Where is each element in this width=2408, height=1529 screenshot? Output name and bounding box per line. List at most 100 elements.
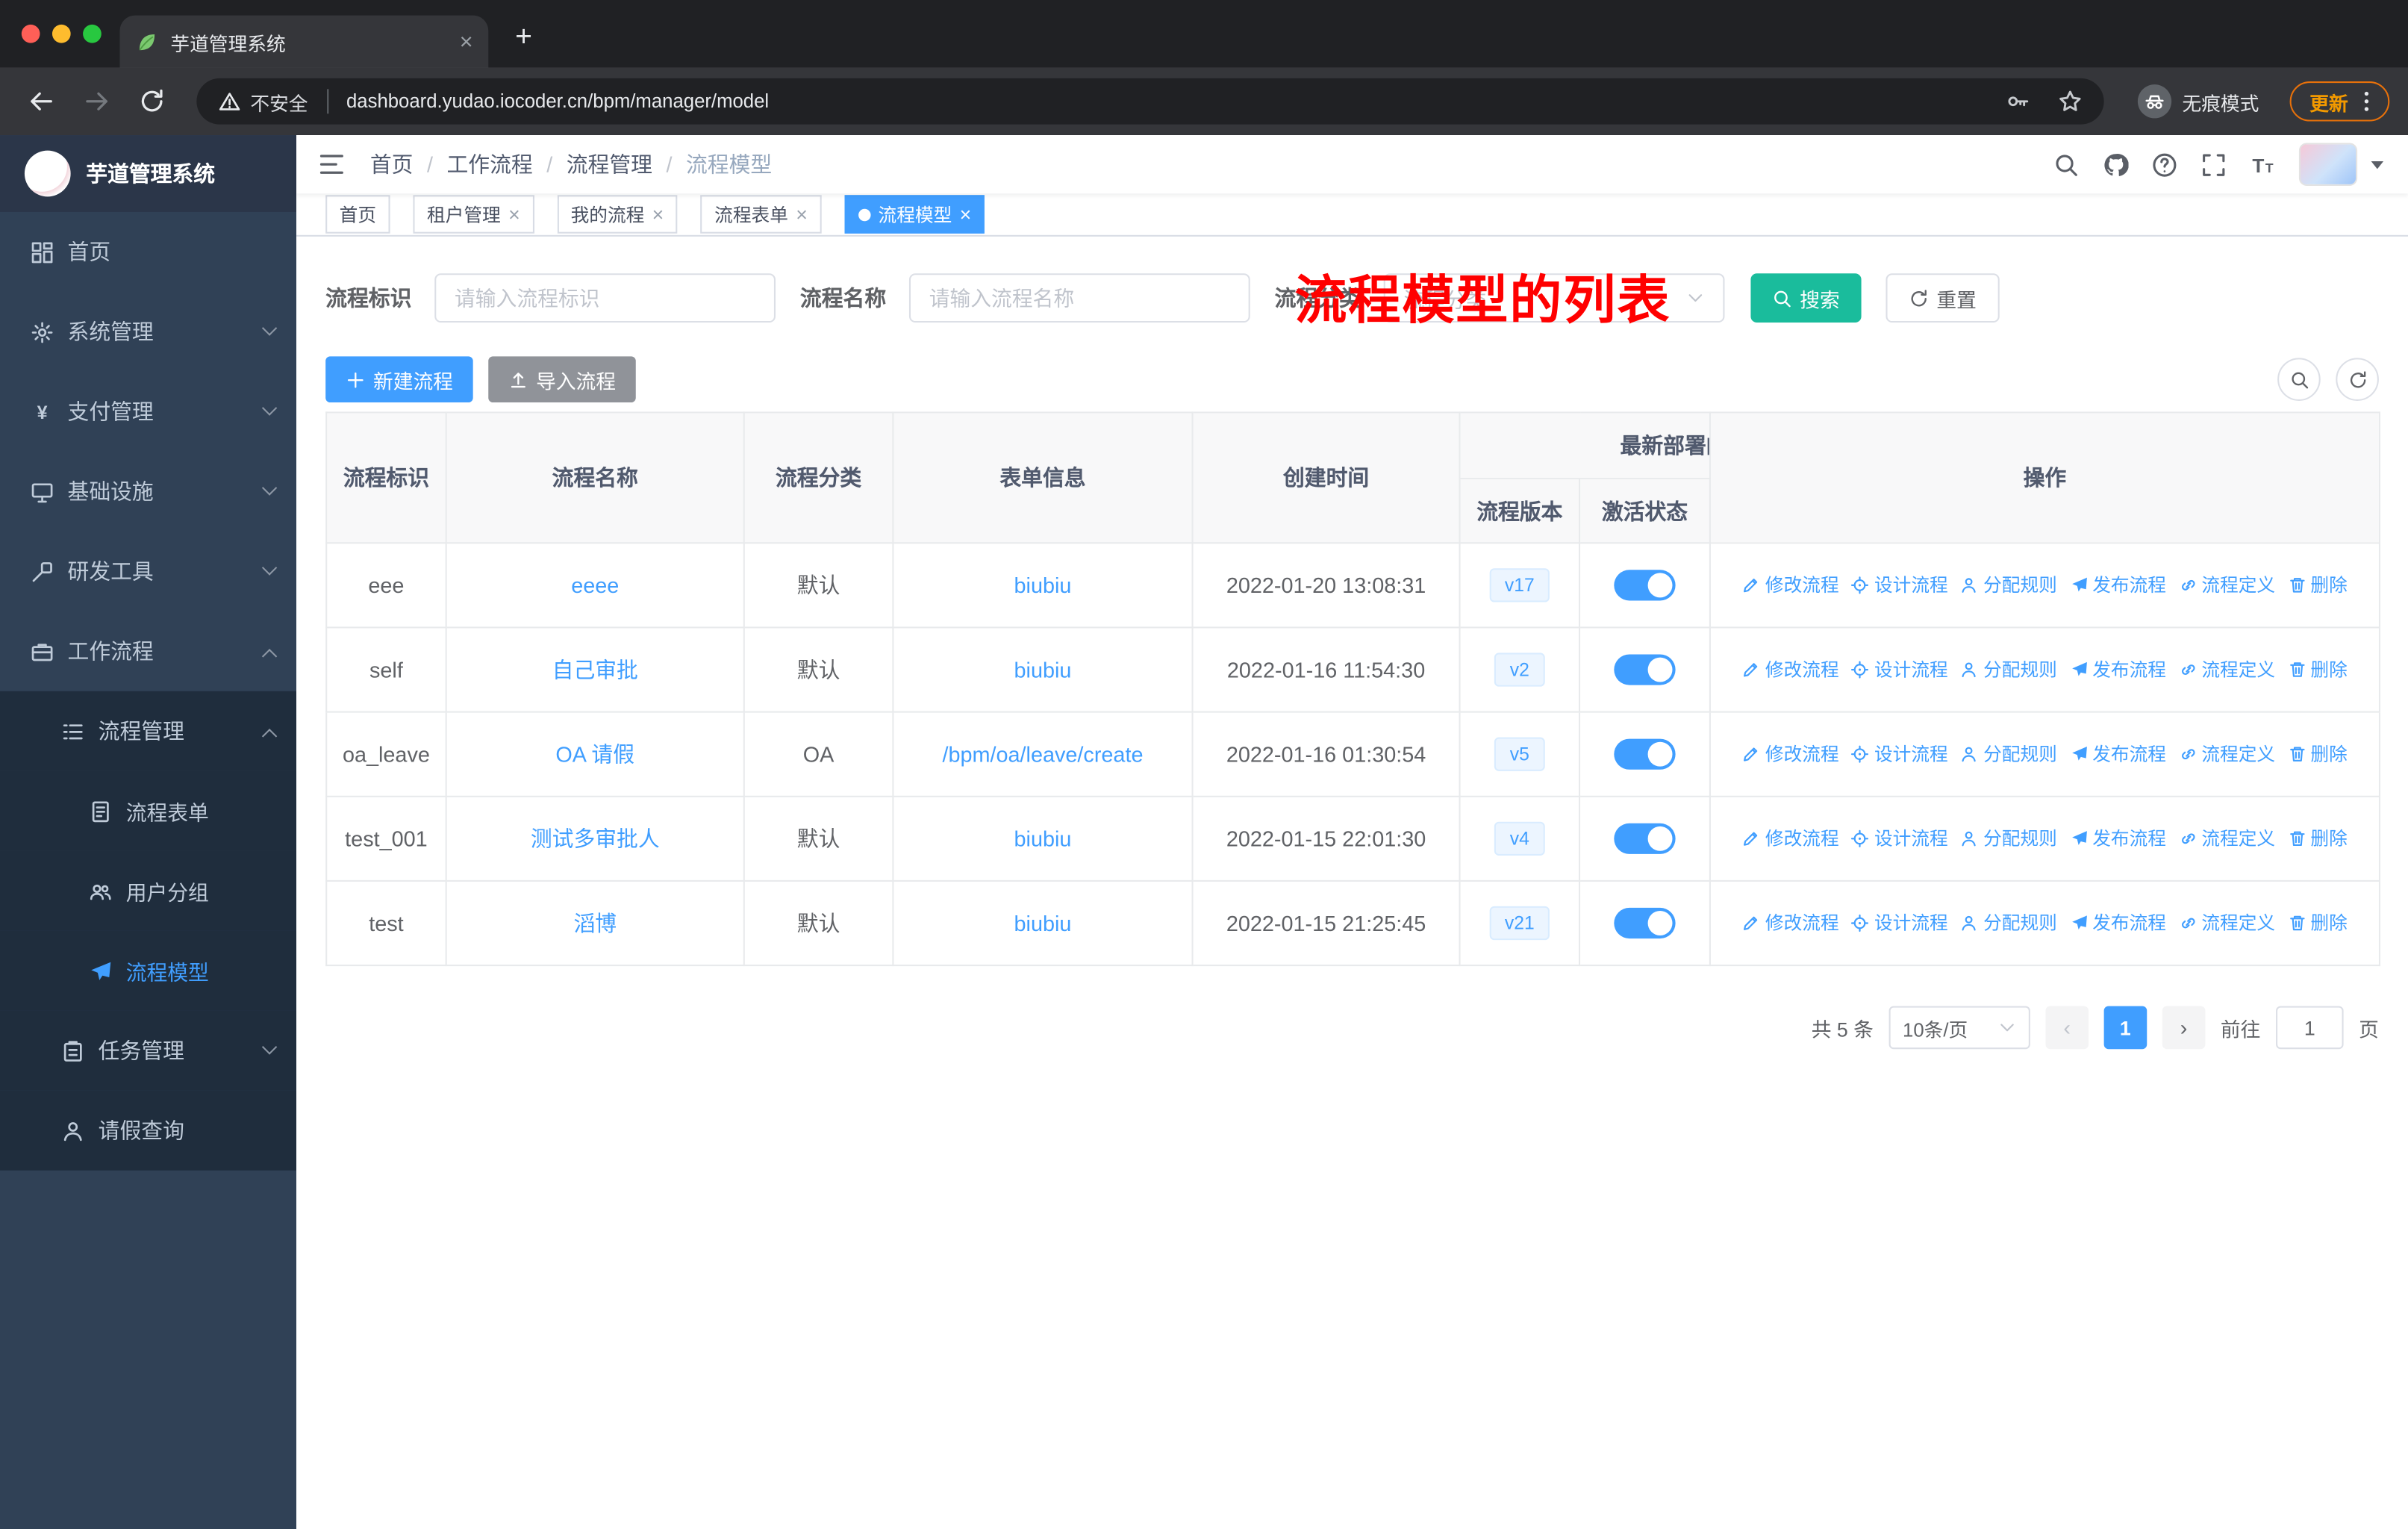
- address-bar[interactable]: 不安全 dashboard.yudao.iocoder.cn/bpm/manag…: [196, 78, 2104, 125]
- row-action-assign-rule[interactable]: 分配规则: [1960, 825, 2057, 851]
- process-key-input[interactable]: [434, 273, 776, 323]
- sidebar-item-process-form[interactable]: 流程表单: [0, 770, 297, 851]
- browser-menu-icon[interactable]: [2354, 89, 2379, 113]
- back-icon[interactable]: [28, 87, 55, 115]
- form-info-link[interactable]: biubiu: [1014, 826, 1072, 851]
- sidebar-collapse-icon[interactable]: [318, 151, 346, 178]
- sidebar-item-process-model[interactable]: 流程模型: [0, 930, 297, 1011]
- toggle-search-button[interactable]: [2277, 358, 2321, 401]
- sidebar-item-home[interactable]: 首页: [0, 212, 296, 292]
- sidebar-item-system-management[interactable]: 系统管理: [0, 292, 296, 372]
- security-indicator[interactable]: 不安全: [218, 87, 308, 116]
- process-name-link[interactable]: 测试多审批人: [531, 826, 660, 851]
- sidebar-item-process-management[interactable]: 流程管理: [0, 691, 297, 771]
- row-action-delete[interactable]: 删除: [2288, 656, 2348, 682]
- tab-close-icon[interactable]: ×: [460, 30, 473, 53]
- sidebar-item-dev-tools[interactable]: 研发工具: [0, 532, 296, 611]
- prev-page-button[interactable]: ‹: [2045, 1006, 2089, 1050]
- form-info-link[interactable]: biubiu: [1014, 658, 1072, 682]
- row-action-definition[interactable]: 流程定义: [2178, 572, 2275, 598]
- github-icon[interactable]: [2103, 152, 2129, 178]
- user-avatar[interactable]: [2298, 143, 2358, 186]
- forward-icon[interactable]: [83, 87, 110, 115]
- row-action-design[interactable]: 设计流程: [1851, 572, 1948, 598]
- refresh-table-button[interactable]: [2336, 358, 2379, 401]
- close-window-button[interactable]: [21, 24, 40, 43]
- view-tag-my-process[interactable]: 我的流程 ×: [557, 195, 678, 234]
- password-key-icon[interactable]: [2006, 89, 2030, 113]
- row-action-definition[interactable]: 流程定义: [2178, 825, 2275, 851]
- new-tab-button[interactable]: +: [501, 16, 547, 62]
- zoom-window-button[interactable]: [83, 24, 102, 43]
- view-tag-process-form[interactable]: 流程表单 ×: [700, 195, 822, 234]
- sidebar-item-leave-query[interactable]: 请假查询: [0, 1090, 297, 1171]
- process-name-input[interactable]: [908, 273, 1250, 323]
- view-tag-home[interactable]: 首页: [325, 195, 390, 234]
- active-toggle[interactable]: [1614, 654, 1676, 685]
- create-process-button[interactable]: 新建流程: [325, 356, 473, 403]
- row-action-publish[interactable]: 发布流程: [2069, 909, 2166, 935]
- row-action-modify[interactable]: 修改流程: [1742, 572, 1839, 598]
- fullscreen-icon[interactable]: [2200, 152, 2227, 178]
- page-number-button[interactable]: 1: [2103, 1006, 2147, 1050]
- row-action-definition[interactable]: 流程定义: [2178, 909, 2275, 935]
- row-action-design[interactable]: 设计流程: [1851, 909, 1948, 935]
- row-action-design[interactable]: 设计流程: [1851, 741, 1948, 767]
- row-action-definition[interactable]: 流程定义: [2178, 656, 2275, 682]
- sidebar-item-workflow[interactable]: 工作流程: [0, 611, 296, 691]
- browser-update-button[interactable]: 更新: [2289, 81, 2390, 122]
- page-size-select[interactable]: 10条/页: [1888, 1006, 2030, 1050]
- row-action-definition[interactable]: 流程定义: [2178, 741, 2275, 767]
- row-action-modify[interactable]: 修改流程: [1742, 909, 1839, 935]
- bookmark-star-icon[interactable]: [2058, 89, 2083, 113]
- form-info-link[interactable]: /bpm/oa/leave/create: [942, 742, 1143, 767]
- row-action-design[interactable]: 设计流程: [1851, 825, 1948, 851]
- process-name-link[interactable]: OA 请假: [555, 742, 634, 767]
- process-name-link[interactable]: 自己审批: [552, 658, 638, 682]
- close-icon[interactable]: ×: [796, 205, 808, 225]
- breadcrumb-item[interactable]: 流程管理: [567, 149, 652, 180]
- row-action-publish[interactable]: 发布流程: [2069, 741, 2166, 767]
- row-action-modify[interactable]: 修改流程: [1742, 825, 1839, 851]
- reload-icon[interactable]: [138, 87, 166, 115]
- row-action-delete[interactable]: 删除: [2288, 572, 2348, 598]
- avatar-caret-icon[interactable]: [2371, 160, 2384, 169]
- row-action-assign-rule[interactable]: 分配规则: [1960, 572, 2057, 598]
- form-info-link[interactable]: biubiu: [1014, 911, 1072, 935]
- sidebar-item-user-group[interactable]: 用户分组: [0, 850, 297, 931]
- sidebar-item-infrastructure[interactable]: 基础设施: [0, 452, 296, 532]
- row-action-assign-rule[interactable]: 分配规则: [1960, 909, 2057, 935]
- row-action-delete[interactable]: 删除: [2288, 909, 2348, 935]
- goto-page-input[interactable]: [2276, 1006, 2344, 1050]
- search-button[interactable]: 搜索: [1750, 273, 1862, 323]
- header-search-icon[interactable]: [2053, 152, 2080, 178]
- next-page-button[interactable]: ›: [2162, 1006, 2206, 1050]
- breadcrumb-item[interactable]: 首页: [370, 149, 414, 180]
- active-toggle[interactable]: [1614, 823, 1676, 854]
- breadcrumb-item[interactable]: 工作流程: [446, 149, 532, 180]
- view-tag-process-model[interactable]: 流程模型 ×: [844, 195, 985, 234]
- row-action-assign-rule[interactable]: 分配规则: [1960, 741, 2057, 767]
- active-toggle[interactable]: [1614, 570, 1676, 601]
- row-action-design[interactable]: 设计流程: [1851, 656, 1948, 682]
- row-action-modify[interactable]: 修改流程: [1742, 656, 1839, 682]
- row-action-publish[interactable]: 发布流程: [2069, 825, 2166, 851]
- active-toggle[interactable]: [1614, 738, 1676, 770]
- font-size-icon[interactable]: TT: [2250, 152, 2276, 178]
- process-name-link[interactable]: 滔博: [573, 911, 617, 935]
- help-icon[interactable]: [2151, 152, 2177, 178]
- sidebar-item-payment-management[interactable]: ¥ 支付管理: [0, 372, 296, 452]
- active-toggle[interactable]: [1614, 907, 1676, 939]
- row-action-assign-rule[interactable]: 分配规则: [1960, 656, 2057, 682]
- row-action-publish[interactable]: 发布流程: [2069, 572, 2166, 598]
- form-info-link[interactable]: biubiu: [1014, 573, 1072, 597]
- minimize-window-button[interactable]: [52, 24, 71, 43]
- reset-button[interactable]: 重置: [1885, 273, 2000, 323]
- view-tag-tenant-management[interactable]: 租户管理 ×: [413, 195, 534, 234]
- import-process-button[interactable]: 导入流程: [488, 356, 636, 403]
- browser-tab[interactable]: 芋道管理系统 ×: [119, 15, 489, 68]
- sidebar-item-task-management[interactable]: 任务管理: [0, 1010, 297, 1091]
- process-name-link[interactable]: eeee: [571, 573, 619, 597]
- close-icon[interactable]: ×: [960, 205, 972, 225]
- row-action-modify[interactable]: 修改流程: [1742, 741, 1839, 767]
